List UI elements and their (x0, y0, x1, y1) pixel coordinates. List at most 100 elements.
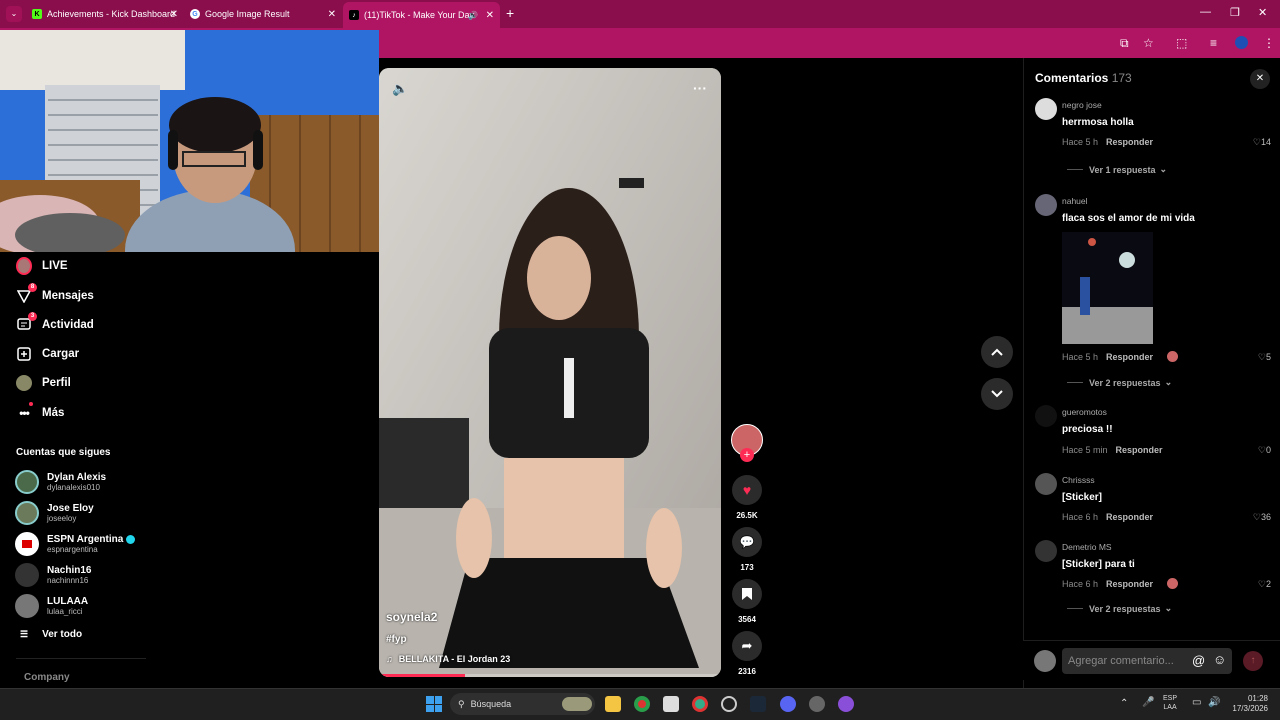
discord-icon[interactable] (780, 696, 796, 712)
nav-upload[interactable]: Cargar (16, 346, 79, 362)
close-icon[interactable]: ✕ (486, 10, 494, 21)
avatar[interactable] (1035, 98, 1057, 120)
close-icon[interactable]: ✕ (328, 9, 336, 20)
volume-tray-icon[interactable]: 🔊 (1208, 697, 1220, 708)
save-button[interactable]: 3564 (731, 579, 763, 624)
view-replies-button[interactable]: Ver 1 respuesta ⌄ (1067, 164, 1167, 175)
avatar[interactable] (1235, 36, 1248, 49)
windows-start-icon[interactable] (426, 696, 442, 712)
install-app-icon[interactable]: ⧉ (1120, 36, 1129, 51)
restore-icon[interactable]: ❐ (1230, 6, 1240, 19)
post-comment-button[interactable]: ↑ (1243, 651, 1263, 671)
comment-like[interactable]: ♡14 (1253, 137, 1271, 148)
app-icon[interactable] (809, 696, 825, 712)
nav-activity[interactable]: 3 Actividad (16, 312, 94, 333)
file-explorer-icon[interactable] (605, 696, 621, 712)
network-icon[interactable]: ▭ (1192, 697, 1201, 708)
comment-user[interactable]: gueromotos (1062, 407, 1107, 417)
emoji-icon[interactable]: ☺ (1213, 652, 1226, 667)
close-icon[interactable]: ✕ (170, 9, 178, 20)
avatar[interactable] (1035, 473, 1057, 495)
comment-meta: Hace 5 h Responder (1062, 352, 1153, 362)
reading-list-icon[interactable]: ≡ (1210, 36, 1217, 50)
tiktok-icon: ♪ (349, 10, 359, 20)
next-video-button[interactable] (981, 378, 1013, 410)
more-options-icon[interactable]: ··· (693, 80, 707, 96)
like-button[interactable]: ♥ 26.5K (731, 475, 763, 520)
view-replies-button[interactable]: Ver 2 respuestas ⌄ (1067, 377, 1172, 388)
nav-live[interactable]: LIVE (16, 257, 68, 275)
close-comments-button[interactable]: ✕ (1250, 69, 1270, 89)
reply-button[interactable]: Responder (1106, 579, 1153, 589)
reply-button[interactable]: Responder (1106, 137, 1153, 147)
previous-video-button[interactable] (981, 336, 1013, 368)
tab-tiktok[interactable]: ♪ (11)TikTok - Make Your Day 🔊 ✕ (343, 2, 500, 28)
mention-icon[interactable]: @ (1192, 653, 1205, 668)
tab-google[interactable]: G Google Image Result ✕ (184, 4, 342, 24)
comment-user[interactable]: negro jose (1062, 100, 1102, 110)
view-replies-button[interactable]: Ver 2 respuestas ⌄ (1067, 603, 1172, 614)
volume-icon[interactable]: 🔈 (392, 81, 408, 97)
nav-more[interactable]: ••• Más (16, 402, 64, 421)
comment-input[interactable] (1062, 648, 1232, 674)
bookmark-star-icon[interactable]: ☆ (1143, 36, 1154, 50)
reply-button[interactable]: Responder (1106, 512, 1153, 522)
clock[interactable]: 01:28 17/3/2026 (1226, 694, 1268, 714)
account-name: Nachin16 (47, 565, 92, 576)
chrome-icon[interactable] (634, 696, 650, 712)
media-player-icon[interactable] (721, 696, 737, 712)
following-account[interactable]: Nachin16 nachinnn16 (15, 563, 91, 587)
follow-plus-icon[interactable]: + (740, 448, 754, 462)
extensions-icon[interactable]: ⬚ (1176, 36, 1187, 50)
creator-avatar-button[interactable]: + (731, 424, 763, 462)
comment-like[interactable]: ♡36 (1253, 512, 1271, 523)
following-account[interactable]: Dylan Alexis dylanalexis010 (15, 470, 106, 494)
avatar[interactable] (1035, 540, 1057, 562)
nav-profile[interactable]: Perfil (16, 375, 71, 391)
avatar[interactable] (1035, 194, 1057, 216)
speaker-icon[interactable]: 🔊 (468, 11, 478, 20)
new-tab-button[interactable]: + (506, 5, 514, 21)
see-all-button[interactable]: ☰ Ver todo (20, 629, 82, 640)
chrome-profile-icon[interactable] (692, 696, 708, 712)
taskbar-search[interactable]: ⚲ Búsqueda (450, 693, 595, 715)
close-window-icon[interactable]: ✕ (1258, 6, 1267, 19)
following-account[interactable]: Jose Eloy joseeloy (15, 501, 94, 525)
reply-button[interactable]: Responder (1116, 445, 1163, 455)
video-music[interactable]: ♫ BELLAKITA - El Jordan 23 (386, 654, 510, 664)
video-progress-track[interactable] (379, 674, 721, 677)
comment-like[interactable]: ♡5 (1258, 352, 1271, 363)
avatar[interactable] (1035, 405, 1057, 427)
tray-chevron-icon[interactable]: ⌃ (1120, 698, 1128, 709)
comment-like[interactable]: ♡0 (1258, 445, 1271, 456)
comment-button[interactable]: 💬 173 (731, 527, 763, 572)
steam-icon[interactable] (750, 696, 766, 712)
following-account[interactable]: ESPN Argentina espnargentina (15, 532, 136, 556)
following-account[interactable]: LULAAA lulaa_ricci (15, 594, 88, 618)
tab-search-icon[interactable]: ⌄ (6, 6, 22, 22)
video-player[interactable]: 🔈 ··· soynela2 #fyp ♫ BELLAKITA - El Jor… (379, 68, 721, 677)
comment-like-count: 2 (1265, 579, 1271, 589)
comment-text: herrmosa holla (1062, 117, 1134, 128)
video-hashtag[interactable]: #fyp (386, 634, 407, 645)
share-button[interactable]: ➦ 2316 (731, 631, 763, 676)
minimize-icon[interactable]: — (1200, 6, 1211, 18)
microphone-icon[interactable]: 🎤 (1142, 697, 1154, 708)
tab-kick[interactable]: K Achievements - Kick Dashboard ✕ (26, 4, 184, 24)
comment-user[interactable]: nahuel (1062, 196, 1088, 206)
menu-kebab-icon[interactable]: ⋮ (1263, 36, 1275, 50)
comment-like[interactable]: ♡2 (1258, 579, 1271, 590)
reply-button[interactable]: Responder (1106, 352, 1153, 362)
nav-messages[interactable]: 8 Mensajes (16, 283, 94, 304)
language-indicator[interactable]: ESP LAA (1163, 694, 1177, 712)
save-count: 3564 (738, 615, 756, 624)
comment-user[interactable]: Chrissss (1062, 475, 1095, 485)
more-icon: ••• (16, 402, 33, 421)
company-link[interactable]: Company (24, 672, 70, 683)
notepad-icon[interactable] (663, 696, 679, 712)
obs-icon[interactable] (838, 696, 854, 712)
comment-image[interactable] (1062, 232, 1153, 344)
comment-user[interactable]: Demetrio MS (1062, 542, 1112, 552)
comment-time: Hace 5 min (1062, 445, 1108, 455)
video-author[interactable]: soynela2 (386, 610, 437, 624)
